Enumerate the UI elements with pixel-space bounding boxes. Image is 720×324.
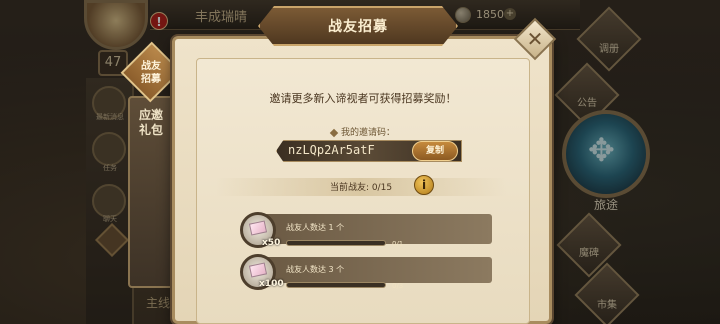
reward-progress-bar [286,282,386,288]
ally-count-text: 当前战友: 0/15 [329,183,393,193]
promo-text: 邀请更多新入谛视者可获得招募奖励！ [269,92,457,105]
diamond-bullet-icon [329,128,339,137]
invite-code-label-text: 我的邀请码： [340,128,395,138]
reward-progress-text: 0/3 [392,282,404,290]
reward-progress-bar [286,240,386,246]
reward-requirement: 战友人数达 3 个 [286,265,345,274]
info-icon[interactable]: i [414,175,434,195]
reward-requirement: 战友人数达 1 个 [286,223,345,232]
reward-quantity: x50 [262,238,281,248]
reward-quantity: x100 [259,279,284,289]
tab-invitation-gift[interactable]: 应邀 礼包 [133,108,169,138]
dialog-title: 战友招募 [328,19,388,35]
invite-code-value[interactable]: nzLQp2Ar5atF [288,143,375,157]
copy-button[interactable]: 复制 [412,141,458,161]
close-icon[interactable]: ✕ [520,24,550,54]
invite-code-label: 我的邀请码： [196,125,530,138]
tab-recruit-label: 战友 招募 [141,61,161,85]
reward-progress-text: 0/1 [392,240,404,248]
